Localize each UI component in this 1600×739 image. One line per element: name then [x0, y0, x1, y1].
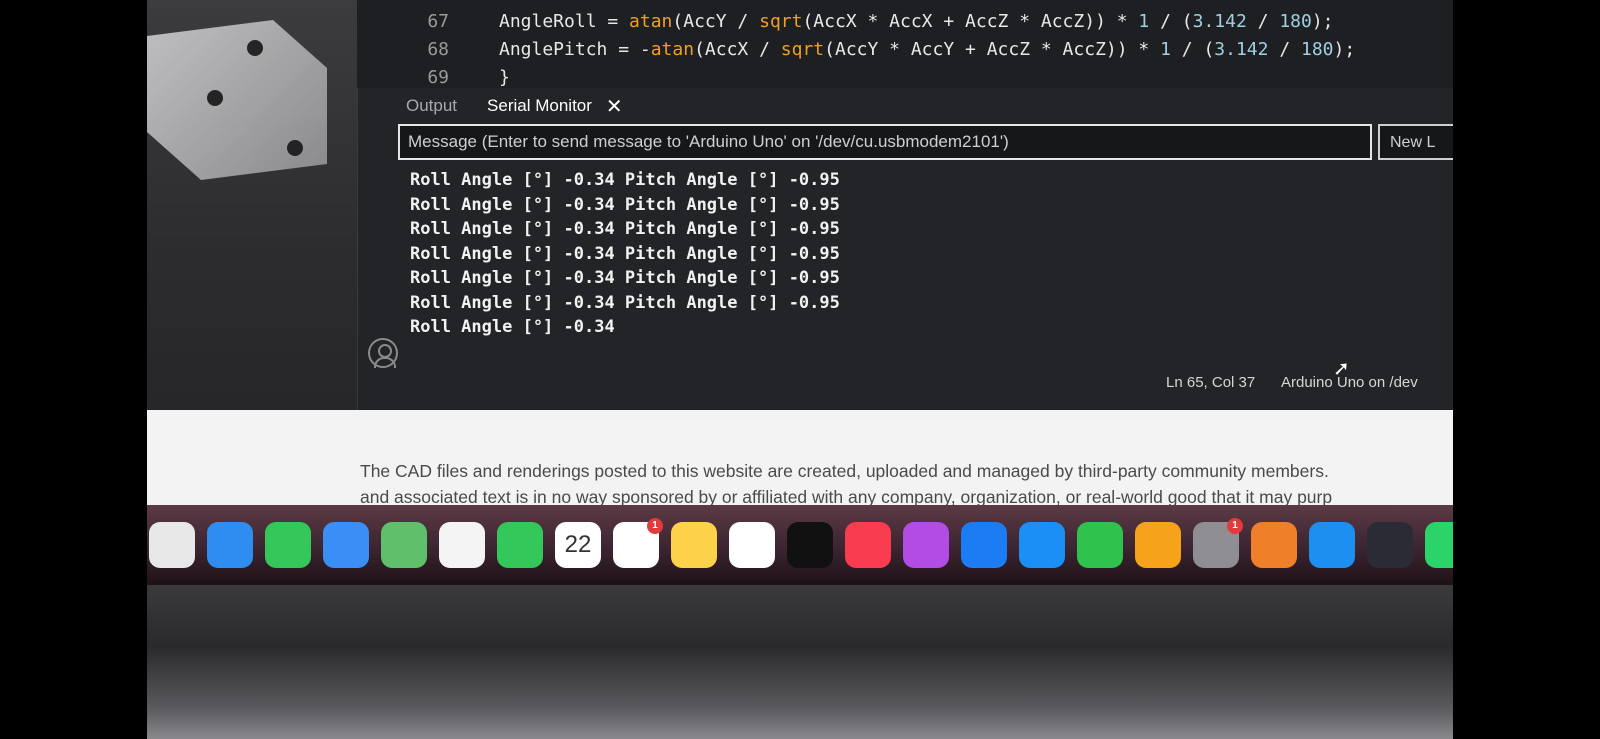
dock: 22 1 1: [147, 505, 1453, 585]
app-store-icon[interactable]: [1019, 522, 1065, 568]
line-number: 67: [427, 10, 449, 32]
serial-line: Roll Angle [°] -0.34 Pitch Angle [°] -0.…: [410, 292, 840, 313]
cad-hole: [207, 90, 223, 106]
atom-icon[interactable]: [1367, 522, 1413, 568]
code-text: AnglePitch = -atan(AccX / sqrt(AccY * Ac…: [499, 38, 1356, 60]
keynote-icon[interactable]: [961, 522, 1007, 568]
docker-icon[interactable]: [1309, 522, 1355, 568]
system-settings-icon[interactable]: 1: [1193, 518, 1243, 568]
podcasts-icon[interactable]: [903, 522, 949, 568]
calendar-icon[interactable]: 22: [555, 522, 601, 568]
safari-icon[interactable]: [207, 522, 253, 568]
whatsapp-icon[interactable]: [1425, 522, 1453, 568]
cad-hole: [287, 140, 303, 156]
serial-line: Roll Angle [°] -0.34 Pitch Angle [°] -0.…: [410, 243, 840, 264]
facetime-icon[interactable]: [497, 522, 543, 568]
account-icon[interactable]: [368, 338, 398, 368]
line-number: 68: [427, 38, 449, 60]
code-line-68: 68 AnglePitch = -atan(AccX / sqrt(AccY *…: [357, 36, 1355, 62]
disclaimer-text: The CAD files and renderings posted to t…: [360, 458, 1453, 510]
code-editor[interactable]: 67 AngleRoll = atan(AccY / sqrt(AccX * A…: [357, 0, 1453, 88]
cad-hole: [247, 40, 263, 56]
messages-icon[interactable]: [265, 522, 311, 568]
webpage-background: The CAD files and renderings posted to t…: [147, 410, 1453, 520]
calendar-day: 22: [564, 531, 592, 558]
reminders-icon[interactable]: 1: [613, 518, 663, 568]
serial-line: Roll Angle [°] -0.34: [410, 317, 615, 337]
code-text: }: [499, 66, 510, 88]
notification-badge: 1: [1227, 518, 1243, 534]
chrome-icon[interactable]: [149, 522, 195, 568]
panel-tabs: Output Serial Monitor ✕: [358, 88, 643, 124]
code-line-69: 69 }: [357, 64, 510, 90]
close-icon[interactable]: ✕: [606, 94, 623, 119]
cad-render-backdrop: [147, 0, 357, 430]
serial-line: Roll Angle [°] -0.34 Pitch Angle [°] -0.…: [410, 268, 840, 288]
code-line-67: 67 AngleRoll = atan(AccY / sqrt(AccX * A…: [357, 8, 1334, 34]
photo-frame: 67 AngleRoll = atan(AccY / sqrt(AccX * A…: [147, 0, 1453, 739]
numbers-icon[interactable]: [1077, 522, 1123, 568]
serial-line: Roll Angle [°] -0.34 Pitch Angle [°] -0.…: [410, 170, 840, 190]
line-number: 69: [427, 66, 449, 88]
cad-part-render: [147, 20, 327, 180]
music-icon[interactable]: [845, 522, 891, 568]
notes-icon[interactable]: [671, 522, 717, 568]
notification-badge: 1: [647, 518, 663, 534]
serial-output: Roll Angle [°] -0.34 Pitch Angle [°] -0.…: [410, 168, 1110, 380]
serial-message-input[interactable]: [398, 124, 1372, 160]
code-text: AngleRoll = atan(AccY / sqrt(AccX * AccX…: [499, 10, 1334, 32]
status-bar: Ln 65, Col 37 Arduino Uno on /dev: [358, 370, 1453, 398]
photos-icon[interactable]: [439, 522, 485, 568]
laptop-bezel: [147, 585, 1453, 739]
serial-line: Roll Angle [°] -0.34 Pitch Angle [°] -0.…: [410, 219, 840, 239]
apple-tv-icon[interactable]: [787, 522, 833, 568]
tab-output[interactable]: Output: [358, 96, 477, 116]
serial-line: Roll Angle [°] -0.34 Pitch Angle [°] -0.…: [410, 194, 840, 215]
tab-serial-monitor-label: Serial Monitor: [487, 96, 592, 115]
pages-icon[interactable]: [1135, 522, 1181, 568]
cursor-position[interactable]: Ln 65, Col 37: [1166, 374, 1255, 391]
fusion-icon[interactable]: [1251, 522, 1297, 568]
bottom-panel: Output Serial Monitor ✕ New L Roll Angle…: [357, 88, 1453, 410]
mouse-pointer-icon: ➚: [1333, 358, 1350, 380]
mail-icon[interactable]: [323, 522, 369, 568]
line-ending-select[interactable]: New L: [1378, 124, 1453, 160]
freeform-icon[interactable]: [729, 522, 775, 568]
disclaimer-line-1: The CAD files and renderings posted to t…: [360, 461, 1329, 481]
maps-icon[interactable]: [381, 522, 427, 568]
tab-serial-monitor[interactable]: Serial Monitor ✕: [477, 94, 643, 119]
